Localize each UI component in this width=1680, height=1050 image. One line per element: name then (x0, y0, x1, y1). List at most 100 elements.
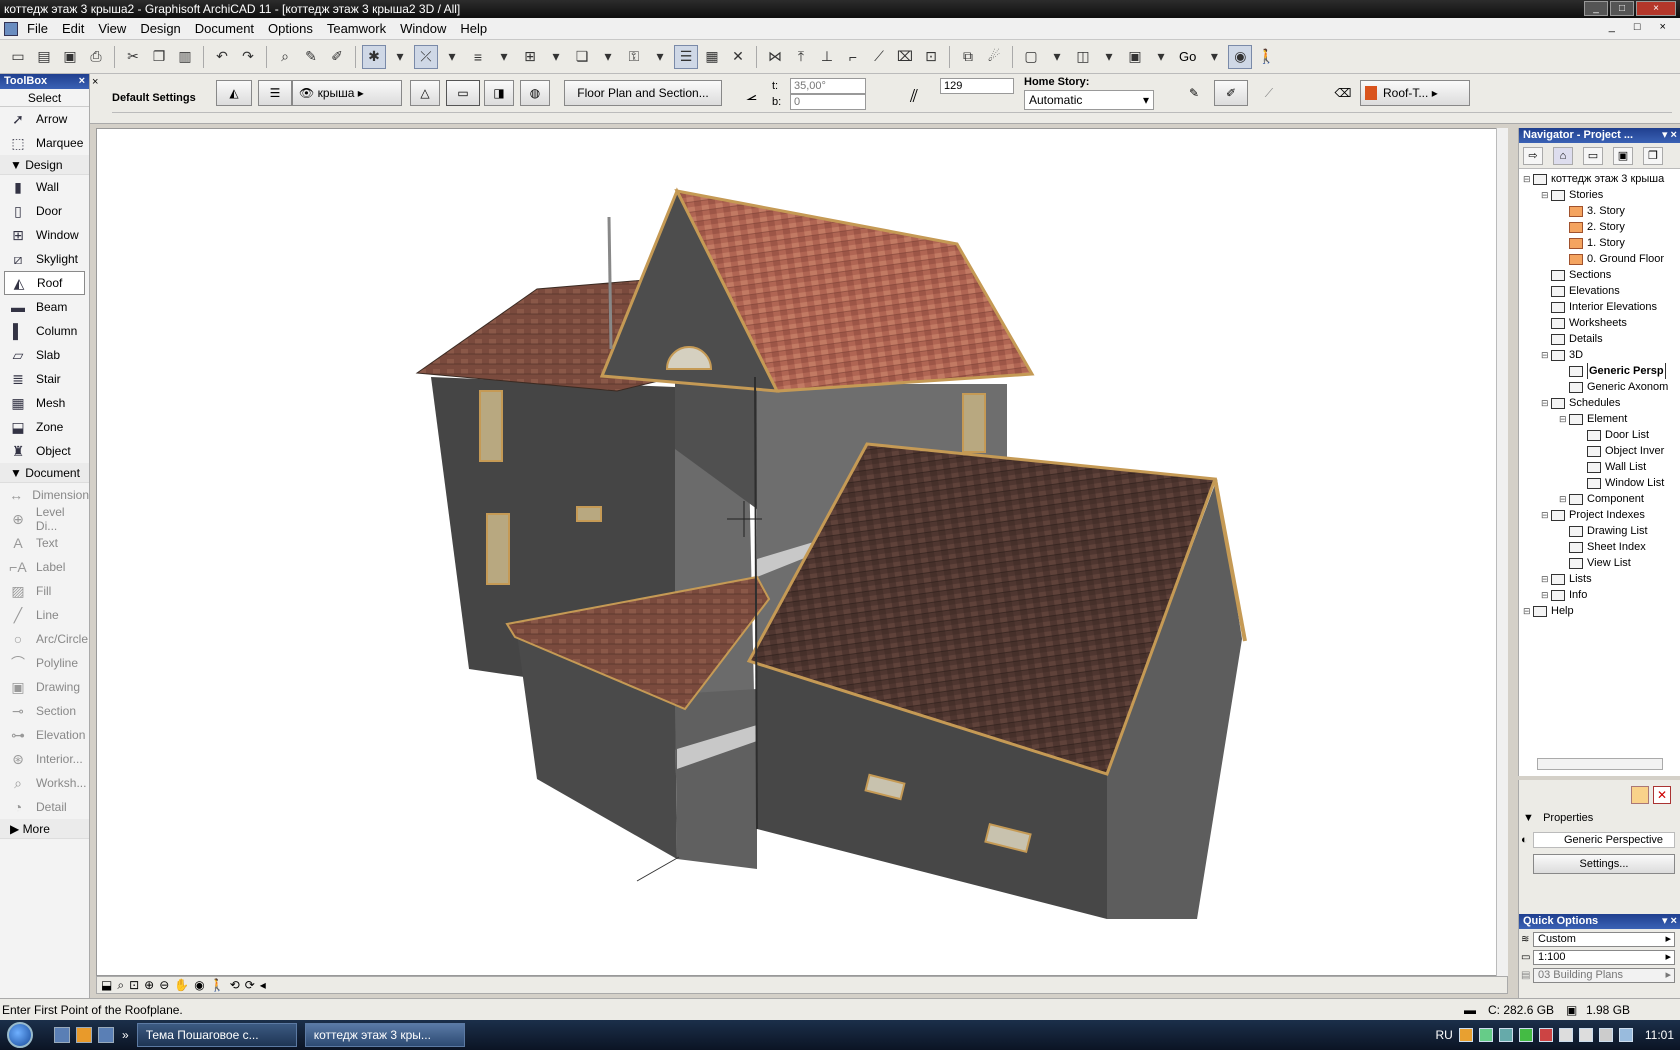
dropdown-arrow-icon[interactable]: ▾ (1097, 45, 1121, 69)
angle-field[interactable]: 35,00° (790, 78, 866, 94)
volume-icon[interactable] (1598, 1028, 1613, 1042)
tool-level-dimension[interactable]: ⊕ Level Di... (0, 505, 89, 533)
tree-item[interactable]: Worksheets (1519, 315, 1680, 331)
language-indicator[interactable]: RU (1436, 1028, 1453, 1042)
explode-icon[interactable]: ⊡ (919, 45, 943, 69)
3d-mode-icon[interactable]: ⬓ (101, 978, 112, 992)
home-story-select[interactable]: Automatic ▾ (1024, 90, 1154, 110)
save-icon[interactable]: ▣ (58, 45, 82, 69)
tree-item[interactable]: 0. Ground Floor (1519, 251, 1680, 267)
new-file-icon[interactable]: ▭ (6, 45, 30, 69)
close-icon[interactable]: × (79, 74, 85, 89)
quick-launch-chevron-icon[interactable]: » (122, 1028, 129, 1042)
tree-item[interactable]: ⊟ Schedules (1519, 395, 1680, 411)
tree-item[interactable]: ⊟ Stories (1519, 187, 1680, 203)
split-icon[interactable]: ⋈ (763, 45, 787, 69)
trim-icon[interactable]: ⌧ (893, 45, 917, 69)
tool-label[interactable]: ⌐A Label (0, 555, 89, 579)
paste-icon[interactable]: ▥ (173, 45, 197, 69)
construction-method-button[interactable]: ▭ (446, 80, 480, 106)
offset-button[interactable]: ⟋ (1254, 80, 1284, 106)
align-icon[interactable]: ≡ (466, 45, 490, 69)
tree-item[interactable]: ⊟ Lists (1519, 571, 1680, 587)
publisher-icon[interactable]: ❐ (1643, 146, 1663, 165)
tool-column[interactable]: ▌ Column (0, 319, 89, 343)
tray-icon[interactable] (1578, 1028, 1593, 1042)
expand-toggle-icon[interactable]: ⊟ (1523, 171, 1533, 187)
layer-select[interactable]: 👁 крыша ▸ (292, 80, 402, 106)
offset-icon[interactable]: ⟋ (867, 45, 891, 69)
redo-icon[interactable]: ↷ (236, 45, 260, 69)
render-icon[interactable]: ☄ (982, 45, 1006, 69)
trace-icon[interactable]: ☰ (674, 44, 698, 69)
3d-viewport[interactable] (96, 128, 1508, 976)
maximize-icon[interactable]: □ (1610, 1, 1634, 16)
tree-item[interactable]: Object Inver (1519, 443, 1680, 459)
navigator-mode-icon[interactable]: ⇨ (1523, 146, 1543, 165)
tool-door[interactable]: ▯ Door (0, 199, 89, 223)
task-archicad-window[interactable]: коттедж этаж 3 кры... (304, 1023, 465, 1047)
menu-window[interactable]: Window (393, 21, 453, 36)
inject-icon[interactable]: ✐ (325, 45, 349, 69)
tool-marquee[interactable]: ⬚ Marquee (0, 131, 89, 155)
tree-item[interactable]: ⊟ Element (1519, 411, 1680, 427)
tool-interior-elevation[interactable]: ⊛ Interior... (0, 747, 89, 771)
model-view-options-select[interactable]: 03 Building Plans ▸ (1533, 968, 1675, 983)
tool-mesh[interactable]: ▦ Mesh (0, 391, 89, 415)
dropdown-arrow-icon[interactable]: ▾ (440, 45, 464, 69)
new-folder-icon[interactable] (1631, 786, 1649, 804)
minimize-icon[interactable]: _ (1584, 1, 1608, 16)
scale-select[interactable]: 1:100 ▸ (1533, 950, 1675, 965)
dropdown-arrow-icon[interactable]: ▾ (544, 45, 568, 69)
solid-ops-icon[interactable]: ⧉ (956, 45, 980, 69)
tray-icon[interactable] (1518, 1028, 1533, 1042)
tree-item[interactable]: Door List (1519, 427, 1680, 443)
open-folder-icon[interactable]: ▤ (32, 45, 56, 69)
cancel-icon[interactable]: ✕ (726, 45, 750, 69)
tree-item[interactable]: 1. Story (1519, 235, 1680, 251)
menu-view[interactable]: View (91, 21, 133, 36)
lock-icon[interactable]: ⚿ (622, 45, 646, 69)
dropdown-arrow-icon[interactable]: ▾ (492, 45, 516, 69)
expand-toggle-icon[interactable]: ⊟ (1523, 603, 1533, 619)
print-icon[interactable]: ⎙ (84, 45, 108, 69)
menu-document[interactable]: Document (188, 21, 261, 36)
infobox-scrollbar[interactable] (112, 112, 1672, 120)
layout-icon[interactable]: ▣ (1123, 45, 1147, 69)
media-player-icon[interactable] (76, 1027, 92, 1043)
mdi-controls[interactable]: _ □ × (1609, 21, 1674, 33)
b-field[interactable]: 0 (790, 94, 866, 110)
tool-roof[interactable]: ◭ Roof (4, 271, 85, 295)
orbit-icon[interactable]: ◉ (194, 978, 204, 992)
view-name-field[interactable]: Generic Perspective (1533, 832, 1675, 848)
tool-line[interactable]: ╱ Line (0, 603, 89, 627)
show-desktop-icon[interactable] (54, 1027, 70, 1043)
tree-item[interactable]: 3. Story (1519, 203, 1680, 219)
menu-file[interactable]: File (20, 21, 55, 36)
tray-icon[interactable] (1478, 1028, 1493, 1042)
pan-icon[interactable]: ✋ (174, 978, 189, 992)
more-section-toggle[interactable]: ▶ More (0, 819, 89, 839)
expand-toggle-icon[interactable]: ⊟ (1541, 571, 1551, 587)
fit-in-window-icon[interactable]: ⊡ (129, 978, 139, 992)
walk-icon[interactable]: 🚶 (210, 978, 225, 992)
copy-icon[interactable]: ❐ (147, 45, 171, 69)
switch-windows-icon[interactable] (98, 1027, 114, 1043)
dropdown-arrow-icon[interactable]: ▾ (1045, 45, 1069, 69)
app-icon[interactable] (4, 22, 18, 36)
tree-item[interactable]: ⊟ Component (1519, 491, 1680, 507)
tree-item[interactable]: Elevations (1519, 283, 1680, 299)
undo-icon[interactable]: ↶ (210, 45, 234, 69)
floor-plan-section-button[interactable]: Floor Plan and Section... (564, 80, 722, 106)
adjust-icon[interactable]: ⤒ (789, 45, 813, 69)
start-button[interactable] (0, 1020, 40, 1050)
dropdown-arrow-icon[interactable]: ▾ (596, 45, 620, 69)
menu-design[interactable]: Design (133, 21, 187, 36)
tree-item[interactable]: 2. Story (1519, 219, 1680, 235)
tree-item[interactable]: Generic Axonom (1519, 379, 1680, 395)
tree-item[interactable]: ⊟ 3D (1519, 347, 1680, 363)
tool-dimension[interactable]: ↔ Dimension (0, 483, 89, 507)
project-map-icon[interactable]: ⌂ (1553, 146, 1573, 165)
thickness-field[interactable]: 129 (940, 78, 1014, 94)
3d-window-icon[interactable]: ◫ (1071, 45, 1095, 69)
